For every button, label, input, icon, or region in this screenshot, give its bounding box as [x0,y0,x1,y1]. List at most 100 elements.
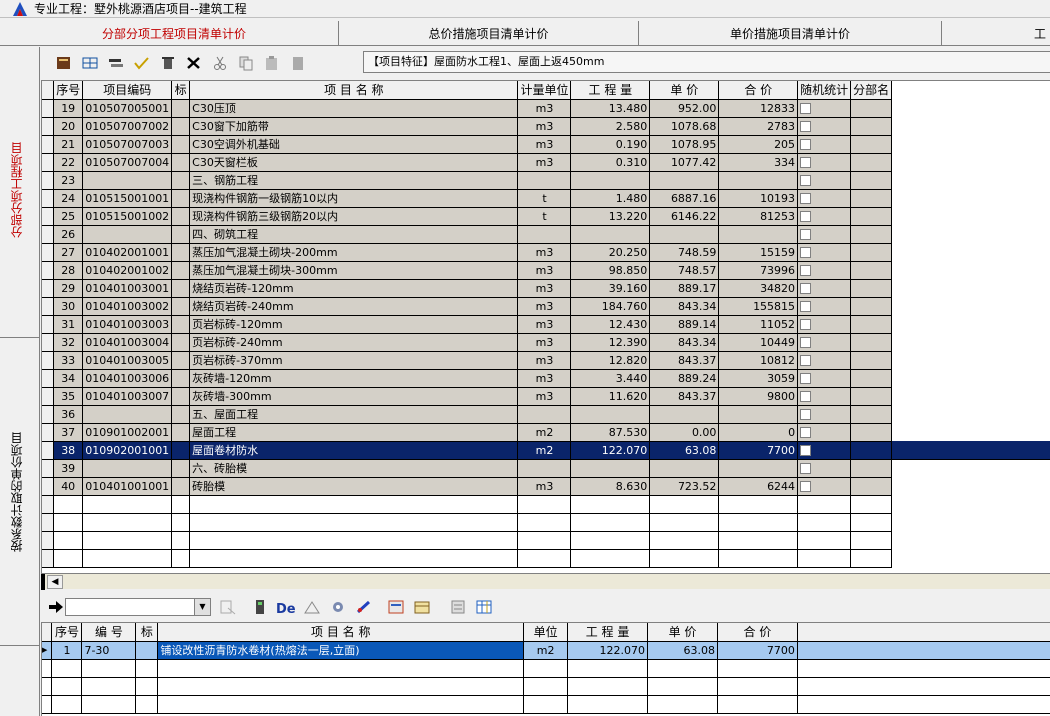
cell-total[interactable]: 81253 [718,207,799,226]
row-indicator[interactable] [42,225,55,244]
cell-unit-price[interactable] [649,225,720,244]
cell-quantity[interactable] [570,405,651,424]
cell-seq[interactable]: 22 [53,153,84,172]
cell-unit[interactable]: m3 [517,135,572,154]
cell-code[interactable]: 010401003003 [82,315,173,334]
cell-total[interactable]: 7700 [718,441,799,460]
row-indicator[interactable] [42,207,55,226]
cell-unit-price[interactable]: 63.08 [649,441,720,460]
cell-flag[interactable] [171,351,191,370]
header-seq[interactable]: 序号 [51,623,83,642]
random-stat-checkbox[interactable] [800,157,812,168]
cell-name[interactable]: C30窗下加筋带 [189,117,519,136]
row-indicator[interactable] [42,405,55,424]
row-indicator[interactable] [42,387,55,406]
clear-icon[interactable] [217,596,239,618]
table-row[interactable]: 34 010401003006 灰砖墙-120mm m3 3.440 889.24 3059 [42,369,1050,388]
cell-quantity[interactable]: 122.070 [567,641,649,660]
table-row[interactable]: 33 010401003005 页岩标砖-370mm m3 12.820 843.37 10… [42,351,1050,370]
row-indicator[interactable] [42,189,55,208]
table-row[interactable]: ▶ 1 7-30 铺设改性沥青防水卷材(热熔法一层,立面) m2 122.070 63.08… [42,641,1050,660]
cell-random-stat[interactable] [797,153,852,172]
cell-unit[interactable]: t [517,189,572,208]
cell-total[interactable]: 15159 [718,243,799,262]
row-indicator[interactable] [42,153,55,172]
cell-unit[interactable]: m3 [517,297,572,316]
cell-quantity[interactable]: 3.440 [570,369,651,388]
cell-quantity[interactable]: 12.430 [570,315,651,334]
header-section-name[interactable]: 分部名 [850,81,893,100]
row-indicator[interactable] [42,333,55,352]
tab-total-measures[interactable]: 总价措施项目清单计价 [339,21,639,45]
header-flag[interactable]: 标 [135,623,159,642]
cell-code[interactable]: 010901002001 [82,423,173,442]
cell-unit[interactable]: m3 [517,369,572,388]
cell-total[interactable]: 9800 [718,387,799,406]
cell-name[interactable]: 四、砌筑工程 [189,225,519,244]
row-indicator[interactable] [42,477,55,496]
calculator-icon[interactable] [249,596,271,618]
table-row[interactable]: 26 四、砌筑工程 [42,225,1050,244]
edit-icon[interactable] [353,596,375,618]
cell-unit-price[interactable]: 843.37 [649,351,720,370]
cell-total[interactable] [718,225,799,244]
cell-unit[interactable] [517,171,572,190]
random-stat-checkbox[interactable] [800,391,812,402]
tool-icon[interactable] [301,596,323,618]
cell-code[interactable]: 010401003004 [82,333,173,352]
cell-random-stat[interactable] [797,117,852,136]
cell-random-stat[interactable] [797,297,852,316]
cell-seq[interactable]: 40 [53,477,84,496]
cell-seq[interactable]: 19 [53,99,84,118]
cell-name[interactable]: 蒸压加气混凝土砌块-300mm [189,261,519,280]
table-row[interactable]: 28 010402001002 蒸压加气混凝土砌块-300mm m3 98.850 748… [42,261,1050,280]
cell-flag[interactable] [171,459,191,478]
cell-total[interactable]: 3059 [718,369,799,388]
cell-section-name[interactable] [850,171,893,190]
cell-total[interactable] [718,459,799,478]
row-indicator[interactable] [42,171,55,190]
cell-total[interactable] [718,171,799,190]
arrow-right-icon[interactable] [45,596,67,618]
cell-total[interactable]: 0 [718,423,799,442]
table-row[interactable]: 22 010507007004 C30天窗栏板 m3 0.310 1077.42 334 [42,153,1050,172]
cell-unit-price[interactable]: 843.34 [649,297,720,316]
header-name[interactable]: 项 目 名 称 [157,623,525,642]
cell-flag[interactable] [171,243,191,262]
cell-unit[interactable]: m3 [517,153,572,172]
header-unit-price[interactable]: 单 价 [647,623,718,642]
cell-quantity[interactable]: 13.480 [570,99,651,118]
cell-unit[interactable]: m3 [517,315,572,334]
row-indicator[interactable] [42,351,55,370]
cell-section-name[interactable] [850,423,893,442]
cell-unit-price[interactable]: 63.08 [647,641,718,660]
cell-unit-price[interactable]: 843.34 [649,333,720,352]
side-tab-sub-items[interactable]: 分部分项工程项目 [8,142,25,238]
check-icon[interactable] [131,52,153,74]
table-edit-icon[interactable] [411,596,433,618]
cell-name[interactable]: 现浇构件钢筋一级钢筋10以内 [189,189,519,208]
spreadsheet-icon[interactable] [473,596,495,618]
cell-unit[interactable]: m3 [517,99,572,118]
cell-flag[interactable] [135,641,159,660]
cell-name[interactable]: 灰砖墙-300mm [189,387,519,406]
quota-select[interactable]: ▼ [65,598,211,616]
cell-random-stat[interactable] [797,99,852,118]
random-stat-checkbox[interactable] [800,211,812,222]
quota-table[interactable]: 序号 编 号 标 项 目 名 称 单位 工 程 量 单 价 合 价 ▶ 1 7-30… [41,622,1050,716]
random-stat-checkbox[interactable] [800,175,812,186]
cell-name[interactable]: C30压顶 [189,99,519,118]
clipboard-icon[interactable] [287,52,309,74]
cell-total[interactable] [718,405,799,424]
cell-seq[interactable]: 20 [53,117,84,136]
random-stat-checkbox[interactable] [800,229,812,240]
random-stat-checkbox[interactable] [800,247,812,258]
cell-code[interactable] [82,171,173,190]
cell-unit-price[interactable]: 1078.68 [649,117,720,136]
cell-section-name[interactable] [850,225,893,244]
cell-code[interactable]: 010515001002 [82,207,173,226]
close-icon[interactable] [183,52,205,74]
cell-flag[interactable] [171,279,191,298]
cell-seq[interactable]: 1 [51,641,83,660]
cell-code[interactable] [82,459,173,478]
